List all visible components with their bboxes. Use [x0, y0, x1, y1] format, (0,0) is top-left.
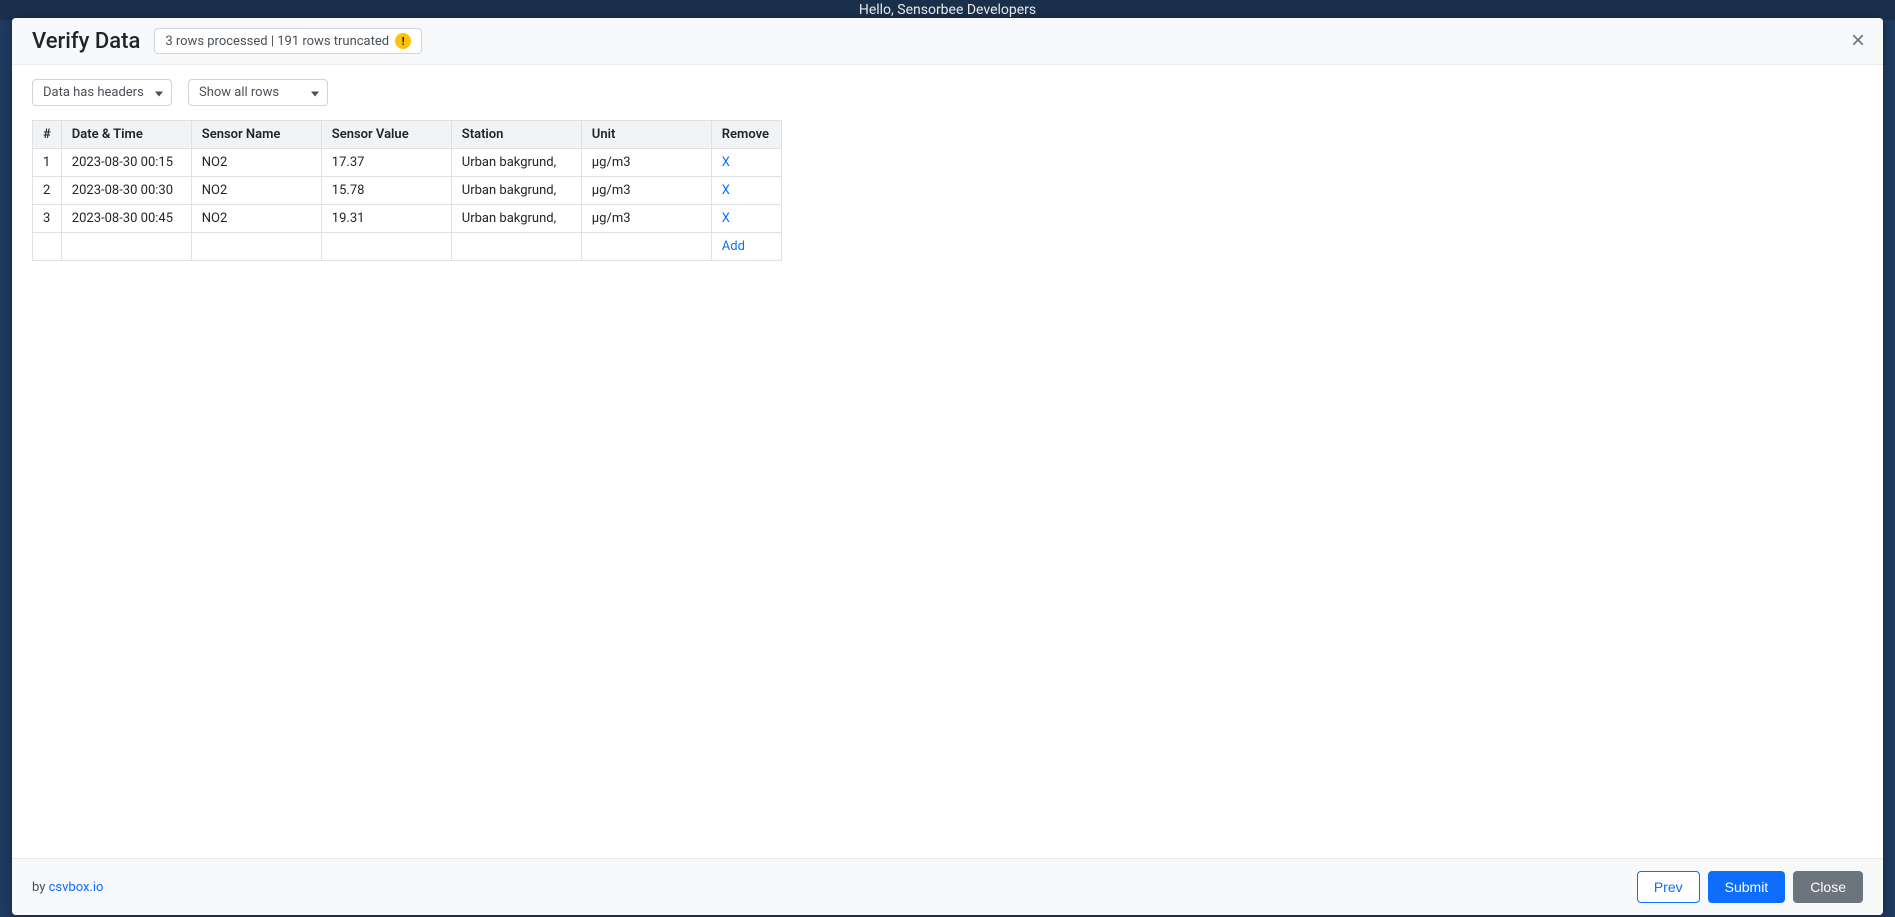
- cell-remove: X: [711, 177, 781, 205]
- modal-header: Verify Data 3 rows processed | 191 rows …: [12, 18, 1883, 65]
- cell-station[interactable]: Urban bakgrund,: [451, 205, 581, 233]
- submit-button[interactable]: Submit: [1708, 871, 1786, 903]
- verify-data-modal: Verify Data 3 rows processed | 191 rows …: [12, 18, 1883, 915]
- controls-row: Data has headers Show all rows: [32, 79, 1863, 106]
- cell-sensor-value[interactable]: 17.37: [321, 149, 451, 177]
- csvbox-link[interactable]: csvbox.io: [49, 880, 104, 895]
- empty-cell[interactable]: [321, 233, 451, 261]
- empty-cell[interactable]: [191, 233, 321, 261]
- row-index: 1: [33, 149, 62, 177]
- cell-datetime[interactable]: 2023-08-30 00:45: [61, 205, 191, 233]
- cell-unit[interactable]: µg/m3: [581, 177, 711, 205]
- cell-station[interactable]: Urban bakgrund,: [451, 149, 581, 177]
- cell-sensor-name[interactable]: NO2: [191, 205, 321, 233]
- cell-sensor-value[interactable]: 19.31: [321, 205, 451, 233]
- rows-filter-select[interactable]: Show all rows: [188, 79, 328, 106]
- row-index: 3: [33, 205, 62, 233]
- headers-select[interactable]: Data has headers: [32, 79, 172, 106]
- cell-sensor-name[interactable]: NO2: [191, 149, 321, 177]
- row-index: 2: [33, 177, 62, 205]
- cell-station[interactable]: Urban bakgrund,: [451, 177, 581, 205]
- headers-select-value: Data has headers: [43, 85, 144, 100]
- add-row-button[interactable]: Add: [722, 239, 745, 254]
- cell-remove: X: [711, 149, 781, 177]
- cell-add: Add: [711, 233, 781, 261]
- data-table: # Date & Time Sensor Name Sensor Value S…: [32, 120, 782, 261]
- backdrop-hello-text: Hello, Sensorbee Developers: [859, 2, 1036, 18]
- close-button[interactable]: Close: [1793, 871, 1863, 903]
- col-datetime: Date & Time: [61, 121, 191, 149]
- modal-body: Data has headers Show all rows # Date & …: [12, 65, 1883, 858]
- modal-title: Verify Data: [32, 29, 140, 54]
- table-header-row: # Date & Time Sensor Name Sensor Value S…: [33, 121, 782, 149]
- cell-datetime[interactable]: 2023-08-30 00:15: [61, 149, 191, 177]
- col-unit: Unit: [581, 121, 711, 149]
- remove-row-button[interactable]: X: [722, 155, 730, 170]
- table-add-row: Add: [33, 233, 782, 261]
- footer-attribution: by csvbox.io: [32, 880, 103, 895]
- warning-icon: !: [395, 33, 411, 49]
- table-row: 32023-08-30 00:45NO219.31Urban bakgrund,…: [33, 205, 782, 233]
- cell-datetime[interactable]: 2023-08-30 00:30: [61, 177, 191, 205]
- empty-cell[interactable]: [581, 233, 711, 261]
- table-row: 12023-08-30 00:15NO217.37Urban bakgrund,…: [33, 149, 782, 177]
- rows-filter-value: Show all rows: [199, 85, 279, 100]
- status-badge: 3 rows processed | 191 rows truncated !: [154, 28, 422, 54]
- prev-button[interactable]: Prev: [1637, 871, 1700, 903]
- cell-sensor-value[interactable]: 15.78: [321, 177, 451, 205]
- by-text: by: [32, 880, 49, 895]
- cell-remove: X: [711, 205, 781, 233]
- col-station: Station: [451, 121, 581, 149]
- remove-row-button[interactable]: X: [722, 211, 730, 226]
- col-remove: Remove: [711, 121, 781, 149]
- footer-buttons: Prev Submit Close: [1637, 871, 1863, 903]
- col-sensor-value: Sensor Value: [321, 121, 451, 149]
- cell-unit[interactable]: µg/m3: [581, 205, 711, 233]
- empty-cell[interactable]: [451, 233, 581, 261]
- empty-cell[interactable]: [33, 233, 62, 261]
- cell-unit[interactable]: µg/m3: [581, 149, 711, 177]
- close-icon[interactable]: ×: [1851, 29, 1865, 53]
- backdrop-header: Hello, Sensorbee Developers: [0, 0, 1895, 20]
- col-sensor-name: Sensor Name: [191, 121, 321, 149]
- modal-footer: by csvbox.io Prev Submit Close: [12, 858, 1883, 915]
- status-text: 3 rows processed | 191 rows truncated: [165, 34, 389, 49]
- col-index: #: [33, 121, 62, 149]
- remove-row-button[interactable]: X: [722, 183, 730, 198]
- empty-cell[interactable]: [61, 233, 191, 261]
- table-row: 22023-08-30 00:30NO215.78Urban bakgrund,…: [33, 177, 782, 205]
- cell-sensor-name[interactable]: NO2: [191, 177, 321, 205]
